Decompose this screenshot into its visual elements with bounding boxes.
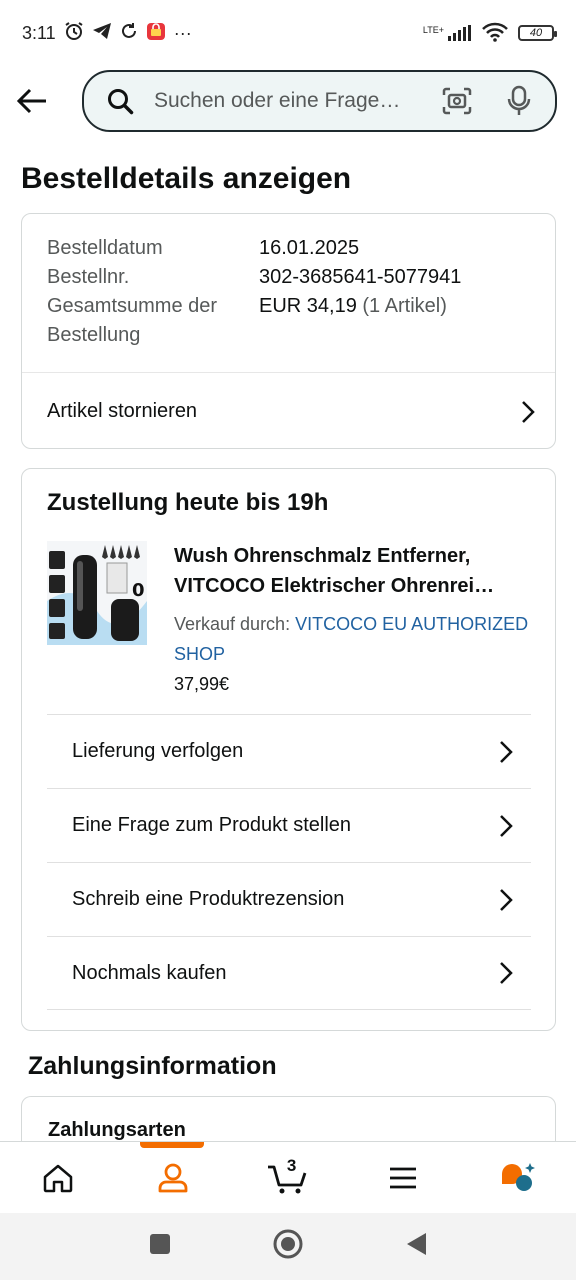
nav-menu[interactable] [346, 1142, 461, 1213]
payment-section-title: Zahlungsinformation [28, 1052, 277, 1080]
order-number-row: Bestellnr. 302-3685641-5077941 [47, 263, 537, 292]
buy-again-label: Nochmals kaufen [72, 961, 227, 984]
nav-home[interactable] [0, 1142, 115, 1213]
camera-search-icon[interactable] [437, 87, 477, 115]
circle-icon [273, 1229, 303, 1259]
order-number-value: 302-3685641-5077941 [259, 266, 462, 288]
track-delivery-button[interactable]: Lieferung verfolgen [47, 714, 531, 788]
signal-icon: LTE+ [423, 25, 472, 41]
product-title-line1[interactable]: Wush Ohrenschmalz Entferner, [174, 541, 537, 571]
order-total-amount: EUR 34,19 [259, 295, 357, 317]
cancel-items-label: Artikel stornieren [47, 400, 198, 422]
order-total-value: EUR 34,19 (1 Artikel) [259, 292, 447, 350]
bottom-navigation: 3 [0, 1141, 576, 1213]
product-item[interactable]: 0 Wush Ohrenschmalz Entferner, VITCOCO E… [47, 541, 537, 699]
product-title-line2[interactable]: VITCOCO Elektrischer Ohrenrei… [174, 571, 537, 601]
menu-icon [390, 1167, 417, 1188]
order-date-row: Bestelldatum 16.01.2025 [47, 234, 537, 263]
order-date-value: 16.01.2025 [259, 237, 360, 259]
status-time: 3:11 [22, 22, 56, 43]
alarm-icon [64, 21, 84, 46]
nav-ai-assistant[interactable] [461, 1142, 576, 1213]
payment-methods-label: Zahlungsarten [48, 1119, 186, 1141]
square-icon [150, 1234, 170, 1254]
cart-count-badge: 3 [286, 1156, 297, 1175]
search-placeholder: Suchen oder eine Frage… [154, 89, 401, 112]
product-price: 37,99€ [174, 674, 230, 694]
chevron-right-icon [499, 961, 513, 985]
chevron-right-icon [499, 740, 513, 764]
chevron-right-icon [499, 814, 513, 838]
page-title: Bestelldetails anzeigen [21, 162, 352, 195]
ai-assistant-icon [502, 1162, 536, 1191]
order-number-label: Bestellnr. [47, 266, 130, 288]
shopping-app-icon [146, 21, 166, 46]
status-bar: 3:11 ··· LTE+ 40 [0, 0, 576, 66]
more-notifications: ··· [173, 22, 192, 43]
ask-product-question-button[interactable]: Eine Frage zum Produkt stellen [47, 788, 531, 862]
chevron-right-icon [521, 400, 535, 424]
order-total-label: Gesamtsumme der Bestellung [47, 295, 218, 346]
delivery-status-title: Zustellung heute bis 19h [47, 489, 329, 516]
order-summary-card: Bestelldatum 16.01.2025 Bestellnr. 302-3… [21, 213, 556, 449]
account-icon [158, 1163, 188, 1192]
battery-indicator: 40 [518, 25, 557, 41]
back-button[interactable] [0, 71, 64, 131]
order-date-label: Bestelldatum [47, 237, 163, 259]
network-type: LTE+ [422, 25, 444, 35]
chevron-right-icon [499, 888, 513, 912]
buy-again-button[interactable]: Nochmals kaufen [47, 936, 531, 1010]
wifi-icon [482, 22, 508, 45]
shipment-card: Zustellung heute bis 19h 0 Wush Ohrensch… [21, 468, 556, 1031]
triangle-back-icon [407, 1233, 426, 1255]
recent-apps-button[interactable] [148, 1232, 172, 1261]
seller-prefix: Verkauf durch: [174, 614, 296, 634]
track-delivery-label: Lieferung verfolgen [72, 740, 244, 762]
write-review-label: Schreib eine Produktrezension [72, 888, 345, 910]
product-image[interactable]: 0 [47, 541, 147, 645]
nav-account[interactable] [115, 1142, 230, 1213]
ask-product-question-label: Eine Frage zum Produkt stellen [72, 814, 352, 836]
order-total-row: Gesamtsumme der Bestellung EUR 34,19 (1 … [47, 292, 537, 350]
svg-text:0: 0 [132, 580, 145, 601]
system-navigation-bar [0, 1213, 576, 1280]
microphone-icon[interactable] [499, 85, 539, 117]
home-system-button[interactable] [272, 1228, 304, 1265]
search-header: Suchen oder eine Frage… [0, 68, 576, 134]
telegram-icon [92, 22, 112, 45]
search-icon [100, 87, 140, 115]
seller-info: Verkauf durch: VITCOCO EU AUTHORIZED SHO… [174, 609, 537, 669]
shipment-actions-list: Lieferung verfolgen Eine Frage zum Produ… [47, 714, 531, 1010]
back-arrow-icon [16, 88, 46, 114]
home-icon [43, 1164, 72, 1192]
back-system-button[interactable] [404, 1231, 428, 1262]
write-review-button[interactable]: Schreib eine Produktrezension [47, 862, 531, 936]
cancel-items-button[interactable]: Artikel stornieren [22, 372, 555, 450]
nav-cart[interactable]: 3 [230, 1142, 345, 1213]
sync-icon [120, 22, 138, 45]
order-item-count: (1 Artikel) [356, 295, 447, 317]
search-input[interactable]: Suchen oder eine Frage… [82, 70, 557, 132]
